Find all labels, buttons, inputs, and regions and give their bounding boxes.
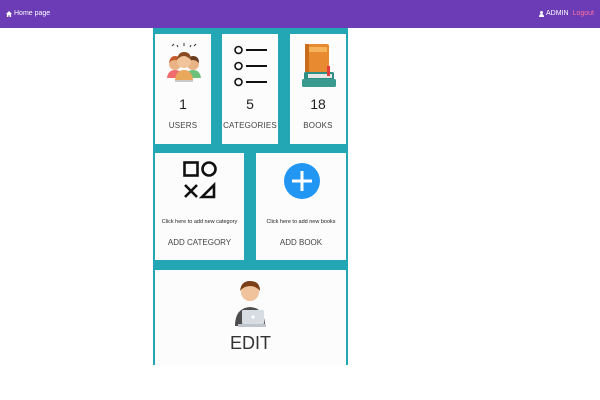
books-icon	[302, 44, 336, 87]
user-icon	[539, 10, 545, 17]
home-link-label: Home page	[14, 10, 51, 17]
home-icon	[6, 10, 12, 17]
logout-link[interactable]: Logout	[573, 10, 594, 17]
edit-card[interactable]: EDIT	[155, 270, 346, 365]
add-category-label: ADD CATEGORY	[167, 238, 232, 247]
top-navbar: Home page ADMIN Logout	[0, 0, 600, 28]
nav-user-area: ADMIN Logout	[539, 10, 594, 17]
person-laptop-icon	[235, 281, 266, 327]
users-label: USERS	[168, 121, 198, 130]
add-category-card[interactable]: Click here to add new category ADD CATEG…	[155, 153, 244, 260]
edit-label: EDIT	[229, 333, 271, 353]
admin-label: ADMIN	[546, 10, 569, 17]
list-icon	[234, 45, 267, 87]
admin-user[interactable]: ADMIN	[539, 10, 569, 17]
plus-circle-icon	[284, 163, 320, 199]
add-book-label: ADD BOOK	[279, 238, 323, 247]
add-book-card[interactable]: Click here to add new books ADD BOOK	[256, 153, 346, 260]
categories-card[interactable]: 5 CATEGORIES	[222, 34, 278, 144]
categories-label: CATEGORIES	[223, 121, 277, 130]
books-label: BOOKS	[303, 121, 333, 130]
categories-count: 5	[246, 96, 254, 112]
users-group-icon	[167, 43, 201, 82]
books-count: 18	[310, 96, 326, 112]
home-link[interactable]: Home page	[6, 10, 50, 17]
dashboard-panel: 1 USERS 5 CATEGORIES 18 BOOKS Click here…	[153, 28, 348, 365]
add-category-hint: Click here to add new category	[161, 219, 238, 225]
add-book-hint: Click here to add new books	[266, 219, 336, 225]
users-card[interactable]: 1 USERS	[155, 34, 211, 144]
shapes-icon	[183, 161, 217, 199]
users-count: 1	[179, 96, 187, 112]
books-card[interactable]: 18 BOOKS	[290, 34, 346, 144]
